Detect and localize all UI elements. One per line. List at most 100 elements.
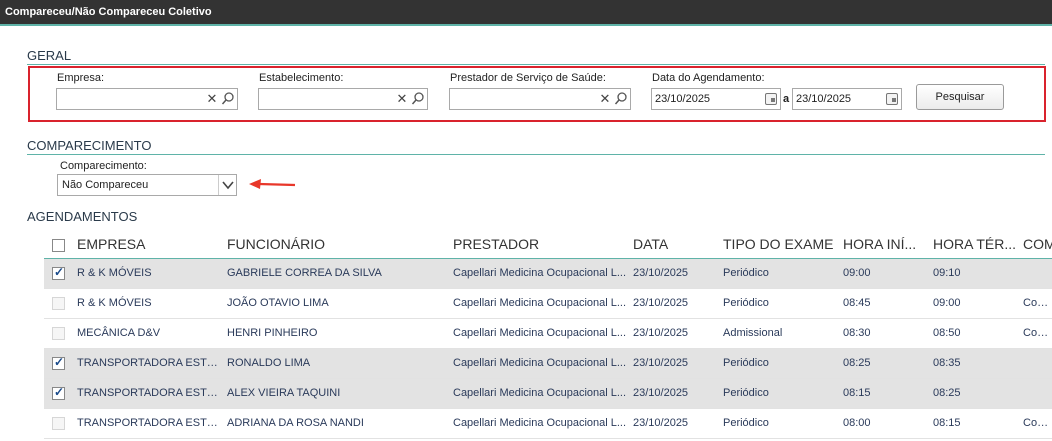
tipo-exame-cell: Periódico [717, 288, 837, 319]
data-cell: 23/10/2025 [627, 258, 717, 289]
table-row[interactable]: TRANSPORTADORA ESTE...ALEX VIEIRA TAQUIN… [44, 378, 1052, 409]
column-header[interactable]: COM [1017, 230, 1052, 259]
column-header[interactable]: TIPO DO EXAME [717, 230, 837, 259]
empresa-lookup: ✕ [56, 88, 238, 110]
funcionario-cell: JOÃO OTAVIO LIMA [221, 288, 447, 319]
row-checkbox[interactable] [52, 385, 65, 400]
comparecimento-cell: Comp [1017, 288, 1052, 319]
row-select-cell [44, 258, 71, 289]
hora-inicio-cell: 08:25 [837, 348, 927, 379]
table-row[interactable]: MECÂNICA D&V HENRI PINHEIRO Capellari Medi… [44, 318, 1052, 349]
prestador-cell: Capellari Medicina Ocupacional L... [447, 318, 627, 349]
row-checkbox[interactable] [52, 265, 65, 280]
tipo-exame-cell: Admissional [717, 318, 837, 349]
annotation-arrow-icon [249, 179, 296, 189]
row-select-cell [44, 288, 71, 319]
column-header[interactable]: DATA [627, 230, 717, 259]
comparecimento-select[interactable]: Não Compareceu [57, 174, 237, 196]
empresa-cell: R & K MÓVEIS [71, 258, 221, 289]
hora-termino-cell: 08:15 [927, 408, 1017, 439]
calendar-icon[interactable] [886, 93, 898, 105]
tipo-exame-cell: Periódico [717, 348, 837, 379]
data-cell: 23/10/2025 [627, 288, 717, 319]
comparecimento-label: Comparecimento: [60, 160, 147, 172]
funcionario-cell: ALEX VIEIRA TAQUINI [221, 378, 447, 409]
prestador-input[interactable] [450, 89, 596, 109]
search-button[interactable]: Pesquisar [916, 84, 1004, 110]
estabelecimento-lookup: ✕ [258, 88, 428, 110]
column-header[interactable]: HORA TÉR... [927, 230, 1017, 259]
column-header[interactable]: FUNCIONÁRIO [221, 230, 447, 259]
funcionario-cell: RONALDO LIMA [221, 348, 447, 379]
comparecimento-cell: Comp [1017, 318, 1052, 349]
section-title-agendamentos: AGENDAMENTOS [27, 209, 138, 224]
estabelecimento-input[interactable] [259, 89, 393, 109]
tipo-exame-cell: Periódico [717, 258, 837, 289]
date-from-field[interactable]: 23/10/2025 [651, 88, 781, 110]
window-titlebar: Compareceu/Não Compareceu Coletivo [0, 0, 1052, 26]
comparecimento-cell: Comp [1017, 408, 1052, 439]
comparecimento-cell [1017, 258, 1052, 289]
empresa-label: Empresa: [57, 72, 105, 84]
section-divider [27, 64, 1045, 65]
comparecimento-cell [1017, 348, 1052, 379]
search-icon[interactable] [221, 91, 235, 107]
empresa-cell: TRANSPORTADORA ESTE... [71, 378, 221, 409]
hora-termino-cell: 09:00 [927, 288, 1017, 319]
data-cell: 23/10/2025 [627, 348, 717, 379]
hora-inicio-cell: 08:15 [837, 378, 927, 409]
clear-icon[interactable]: ✕ [598, 91, 612, 107]
calendar-icon[interactable] [765, 93, 777, 105]
row-checkbox[interactable] [52, 355, 65, 370]
comparecimento-selected-value: Não Compareceu [62, 179, 149, 191]
row-select-cell [44, 348, 71, 379]
table-header-row: EMPRESA FUNCIONÁRIO PRESTADOR DATA TIPO … [44, 230, 1052, 259]
chevron-down-icon[interactable] [221, 176, 235, 194]
hora-inicio-cell: 09:00 [837, 258, 927, 289]
empresa-cell: TRANSPORTADORA ESTE... [71, 348, 221, 379]
table-row[interactable]: R & K MÓVEISGABRIELE CORREA DA SILVACape… [44, 258, 1052, 289]
clear-icon[interactable]: ✕ [205, 91, 219, 107]
section-title-comparecimento: COMPARECIMENTO [27, 138, 152, 153]
empresa-cell: MECÂNICA D&V [71, 318, 221, 349]
prestador-cell: Capellari Medicina Ocupacional L... [447, 378, 627, 409]
empresa-input[interactable] [57, 89, 203, 109]
tipo-exame-cell: Periódico [717, 378, 837, 409]
date-range-separator: a [783, 93, 790, 105]
column-header[interactable]: EMPRESA [71, 230, 221, 259]
hora-termino-cell: 08:50 [927, 318, 1017, 349]
search-icon[interactable] [411, 91, 425, 107]
hora-inicio-cell: 08:30 [837, 318, 927, 349]
funcionario-cell: ADRIANA DA ROSA NANDI [221, 408, 447, 439]
prestador-lookup: ✕ [449, 88, 631, 110]
clear-icon[interactable]: ✕ [395, 91, 409, 107]
tipo-exame-cell: Periódico [717, 408, 837, 439]
column-header[interactable]: HORA INÍ... [837, 230, 927, 259]
select-all-header [44, 230, 71, 259]
date-to-value: 23/10/2025 [796, 93, 852, 105]
window-title: Compareceu/Não Compareceu Coletivo [5, 6, 212, 18]
prestador-cell: Capellari Medicina Ocupacional L... [447, 348, 627, 379]
row-select-cell [44, 378, 71, 409]
hora-inicio-cell: 08:00 [837, 408, 927, 439]
hora-termino-cell: 08:25 [927, 378, 1017, 409]
estabelecimento-label: Estabelecimento: [259, 72, 344, 84]
table-row[interactable]: TRANSPORTADORA ESTE... ADRIANA DA ROSA NA… [44, 408, 1052, 439]
date-to-field[interactable]: 23/10/2025 [792, 88, 902, 110]
table-row[interactable]: R & K MÓVEIS JOÃO OTAVIO LIMA Capellari Me… [44, 288, 1052, 319]
funcionario-cell: GABRIELE CORREA DA SILVA [221, 258, 447, 289]
prestador-cell: Capellari Medicina Ocupacional L... [447, 288, 627, 319]
select-all-checkbox[interactable] [52, 238, 65, 252]
agendamentos-table: EMPRESA FUNCIONÁRIO PRESTADOR DATA TIPO … [44, 230, 1052, 439]
table-row[interactable]: TRANSPORTADORA ESTE...RONALDO LIMACapell… [44, 348, 1052, 379]
search-icon[interactable] [614, 91, 628, 107]
column-header[interactable]: PRESTADOR [447, 230, 627, 259]
row-checkbox [52, 326, 65, 340]
hora-termino-cell: 09:10 [927, 258, 1017, 289]
empresa-cell: R & K MÓVEIS [71, 288, 221, 319]
date-from-value: 23/10/2025 [655, 93, 711, 105]
select-divider [218, 175, 219, 195]
funcionario-cell: HENRI PINHEIRO [221, 318, 447, 349]
row-checkbox [52, 416, 65, 430]
comparecimento-cell [1017, 378, 1052, 409]
